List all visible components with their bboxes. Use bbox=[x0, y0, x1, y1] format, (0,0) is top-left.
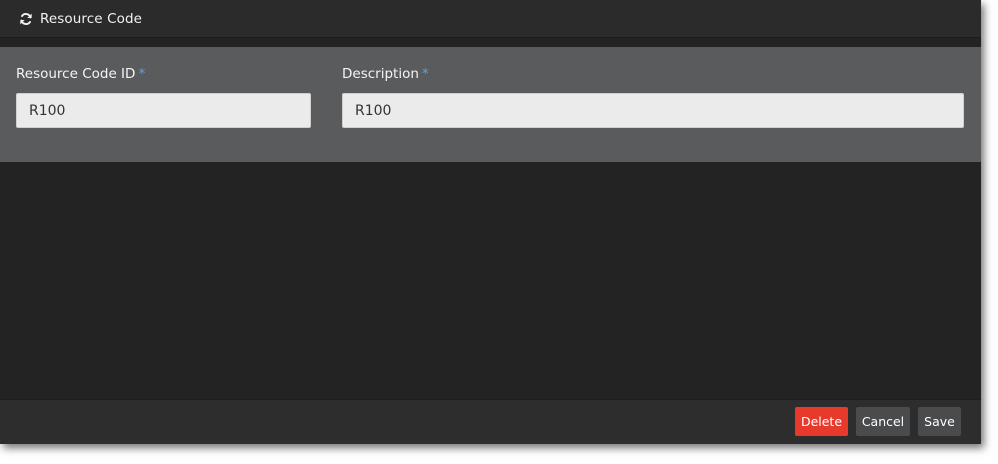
required-marker: * bbox=[421, 66, 429, 82]
description-label-text: Description bbox=[342, 66, 419, 82]
cancel-button[interactable]: Cancel bbox=[856, 407, 910, 436]
save-button[interactable]: Save bbox=[918, 407, 961, 436]
form-panel: Resource Code ID* Description* bbox=[0, 47, 981, 162]
required-marker: * bbox=[138, 66, 146, 82]
dialog-titlebar: Resource Code bbox=[0, 0, 981, 38]
resource-code-dialog: Resource Code Resource Code ID* Descript… bbox=[0, 0, 981, 444]
refresh-icon bbox=[19, 12, 33, 26]
resource-code-id-label: Resource Code ID * bbox=[16, 66, 145, 82]
resource-code-id-input[interactable] bbox=[16, 93, 311, 128]
resource-code-id-label-text: Resource Code ID bbox=[16, 66, 136, 82]
description-input[interactable] bbox=[342, 93, 964, 128]
delete-button[interactable]: Delete bbox=[795, 407, 848, 436]
dialog-footer: Delete Cancel Save bbox=[0, 399, 981, 444]
dialog-title: Resource Code bbox=[40, 10, 143, 27]
description-label: Description * bbox=[342, 66, 429, 82]
